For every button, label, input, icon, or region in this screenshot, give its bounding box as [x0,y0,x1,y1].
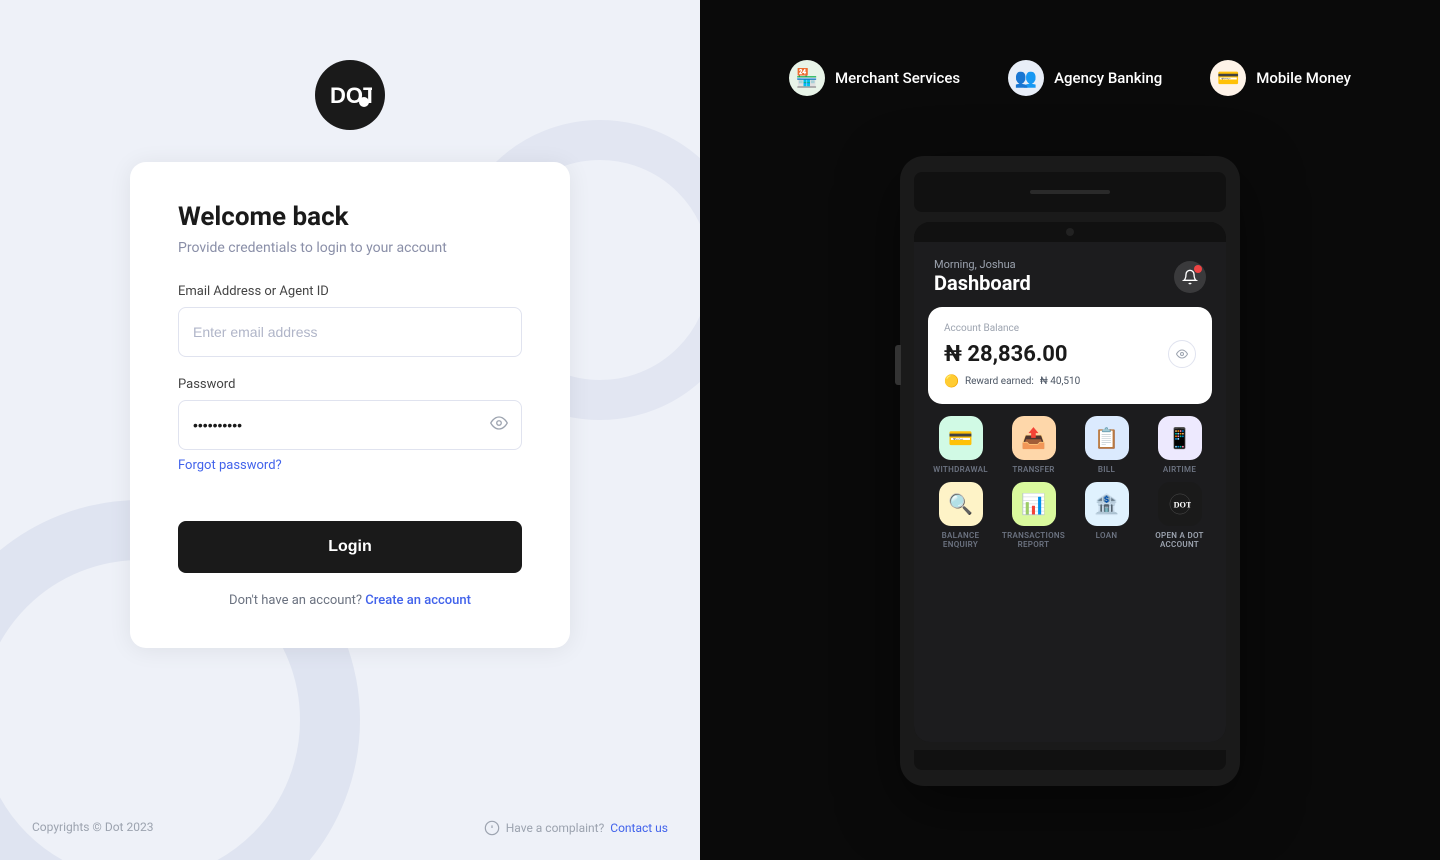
withdrawal-icon: 💳 [939,416,983,460]
logo-circle: DOT [315,60,385,130]
contact-link[interactable]: Contact us [610,821,668,835]
open-account-label: OPEN A DOT ACCOUNT [1147,531,1212,549]
bill-icon: 📋 [1085,416,1129,460]
reward-text: Reward earned: [965,376,1034,387]
copyright-text: Copyrights © Dot 2023 [32,820,153,836]
forgot-password-link[interactable]: Forgot password? [178,458,522,473]
action-transfer[interactable]: 📤 TRANSFER [1001,416,1066,474]
pos-top-line [1030,190,1110,194]
balance-card: Account Balance ₦ 28,836.00 🟡 [928,307,1212,404]
login-button[interactable]: Login [178,521,522,573]
merchant-icon: 🏪 [789,60,825,96]
phone-notch [914,222,1226,242]
service-mobile-label: Mobile Money [1256,69,1351,87]
action-withdrawal[interactable]: 💳 WITHDRAWAL [928,416,993,474]
email-group: Email Address or Agent ID [178,284,522,357]
balance-amount: ₦ 28,836.00 [944,340,1196,368]
service-agency[interactable]: 👥 Agency Banking [1008,60,1162,96]
action-airtime[interactable]: 📱 AIRTIME [1147,416,1212,474]
action-balance-enquiry[interactable]: 🔍 BALANCE ENQUIRY [928,482,993,549]
action-transactions[interactable]: 📊 TRANSACTIONS REPORT [1001,482,1066,549]
action-grid: 💳 WITHDRAWAL 📤 TRANSFER 📋 BILL 📱 [914,416,1226,559]
complaint-text: Have a complaint? [506,821,605,835]
pos-top-area [914,172,1226,212]
balance-enquiry-label: BALANCE ENQUIRY [928,531,993,549]
open-account-icon: DOT [1158,482,1202,526]
service-merchant[interactable]: 🏪 Merchant Services [789,60,960,96]
action-loan[interactable]: 🏦 LOAN [1074,482,1139,549]
no-account-text: Don't have an account? [229,593,362,608]
right-panel: 🏪 Merchant Services 👥 Agency Banking 💳 M… [700,0,1440,860]
transactions-icon: 📊 [1012,482,1056,526]
greeting-block: Morning, Joshua Dashboard [934,258,1031,295]
balance-eye-button[interactable] [1168,340,1196,368]
action-bill[interactable]: 📋 BILL [1074,416,1139,474]
app-header: Morning, Joshua Dashboard [914,242,1226,307]
balance-enquiry-icon: 🔍 [939,482,983,526]
email-label: Email Address or Agent ID [178,284,522,299]
password-label: Password [178,377,522,392]
email-input[interactable] [178,307,522,357]
action-open-account[interactable]: DOT OPEN A DOT ACCOUNT [1147,482,1212,549]
pos-device: Morning, Joshua Dashboard [900,156,1240,786]
phone-camera [1066,228,1074,236]
services-nav: 🏪 Merchant Services 👥 Agency Banking 💳 M… [789,60,1351,96]
password-input-wrapper [178,400,522,450]
complaint-icon [484,820,500,836]
left-footer: Copyrights © Dot 2023 Have a complaint? … [0,820,700,836]
welcome-subtitle: Provide credentials to login to your acc… [178,240,522,256]
complaint-section: Have a complaint? Contact us [484,820,668,836]
email-input-wrapper [178,307,522,357]
pos-bottom [914,750,1226,770]
eye-icon[interactable] [490,414,508,436]
service-agency-label: Agency Banking [1054,69,1162,87]
app-screen: Morning, Joshua Dashboard [914,242,1226,742]
pos-screen: Morning, Joshua Dashboard [914,222,1226,742]
create-account-link[interactable]: Create an account [365,593,471,608]
transfer-icon: 📤 [1012,416,1056,460]
password-input[interactable] [178,400,522,450]
loan-label: LOAN [1096,531,1118,540]
notification-dot [1194,265,1202,273]
app-header-row: Morning, Joshua Dashboard [934,258,1206,295]
airtime-icon: 📱 [1158,416,1202,460]
transfer-label: TRANSFER [1012,465,1054,474]
welcome-title: Welcome back [178,202,522,232]
greeting-text: Morning, Joshua [934,258,1031,271]
airtime-label: AIRTIME [1163,465,1196,474]
dashboard-title: Dashboard [934,271,1031,295]
dot-logo-icon: DOT [1169,493,1191,515]
eye-icon [1176,348,1188,360]
balance-label: Account Balance [944,323,1196,334]
pos-container: Morning, Joshua Dashboard [885,156,1255,786]
reward-coin-icon: 🟡 [944,374,959,388]
svg-text:DOT: DOT [1173,501,1190,510]
loan-icon: 🏦 [1085,482,1129,526]
transactions-label: TRANSACTIONS REPORT [1001,531,1066,549]
login-card: Welcome back Provide credentials to logi… [130,162,570,648]
withdrawal-label: WITHDRAWAL [933,465,988,474]
logo-wrapper: DOT [315,60,385,130]
pos-side-button [895,345,901,385]
reward-row: 🟡 Reward earned: ₦ 40,510 [944,374,1196,388]
service-mobile[interactable]: 💳 Mobile Money [1210,60,1351,96]
left-panel: DOT Welcome back Provide credentials to … [0,0,700,860]
balance-value: ₦ 28,836.00 [944,342,1068,367]
bill-label: BILL [1098,465,1115,474]
notification-button[interactable] [1174,261,1206,293]
password-group: Password Forgot password? [178,377,522,473]
agency-icon: 👥 [1008,60,1044,96]
service-merchant-label: Merchant Services [835,69,960,87]
reward-amount: ₦ 40,510 [1040,376,1080,387]
mobile-icon: 💳 [1210,60,1246,96]
register-text: Don't have an account? Create an account [178,593,522,608]
